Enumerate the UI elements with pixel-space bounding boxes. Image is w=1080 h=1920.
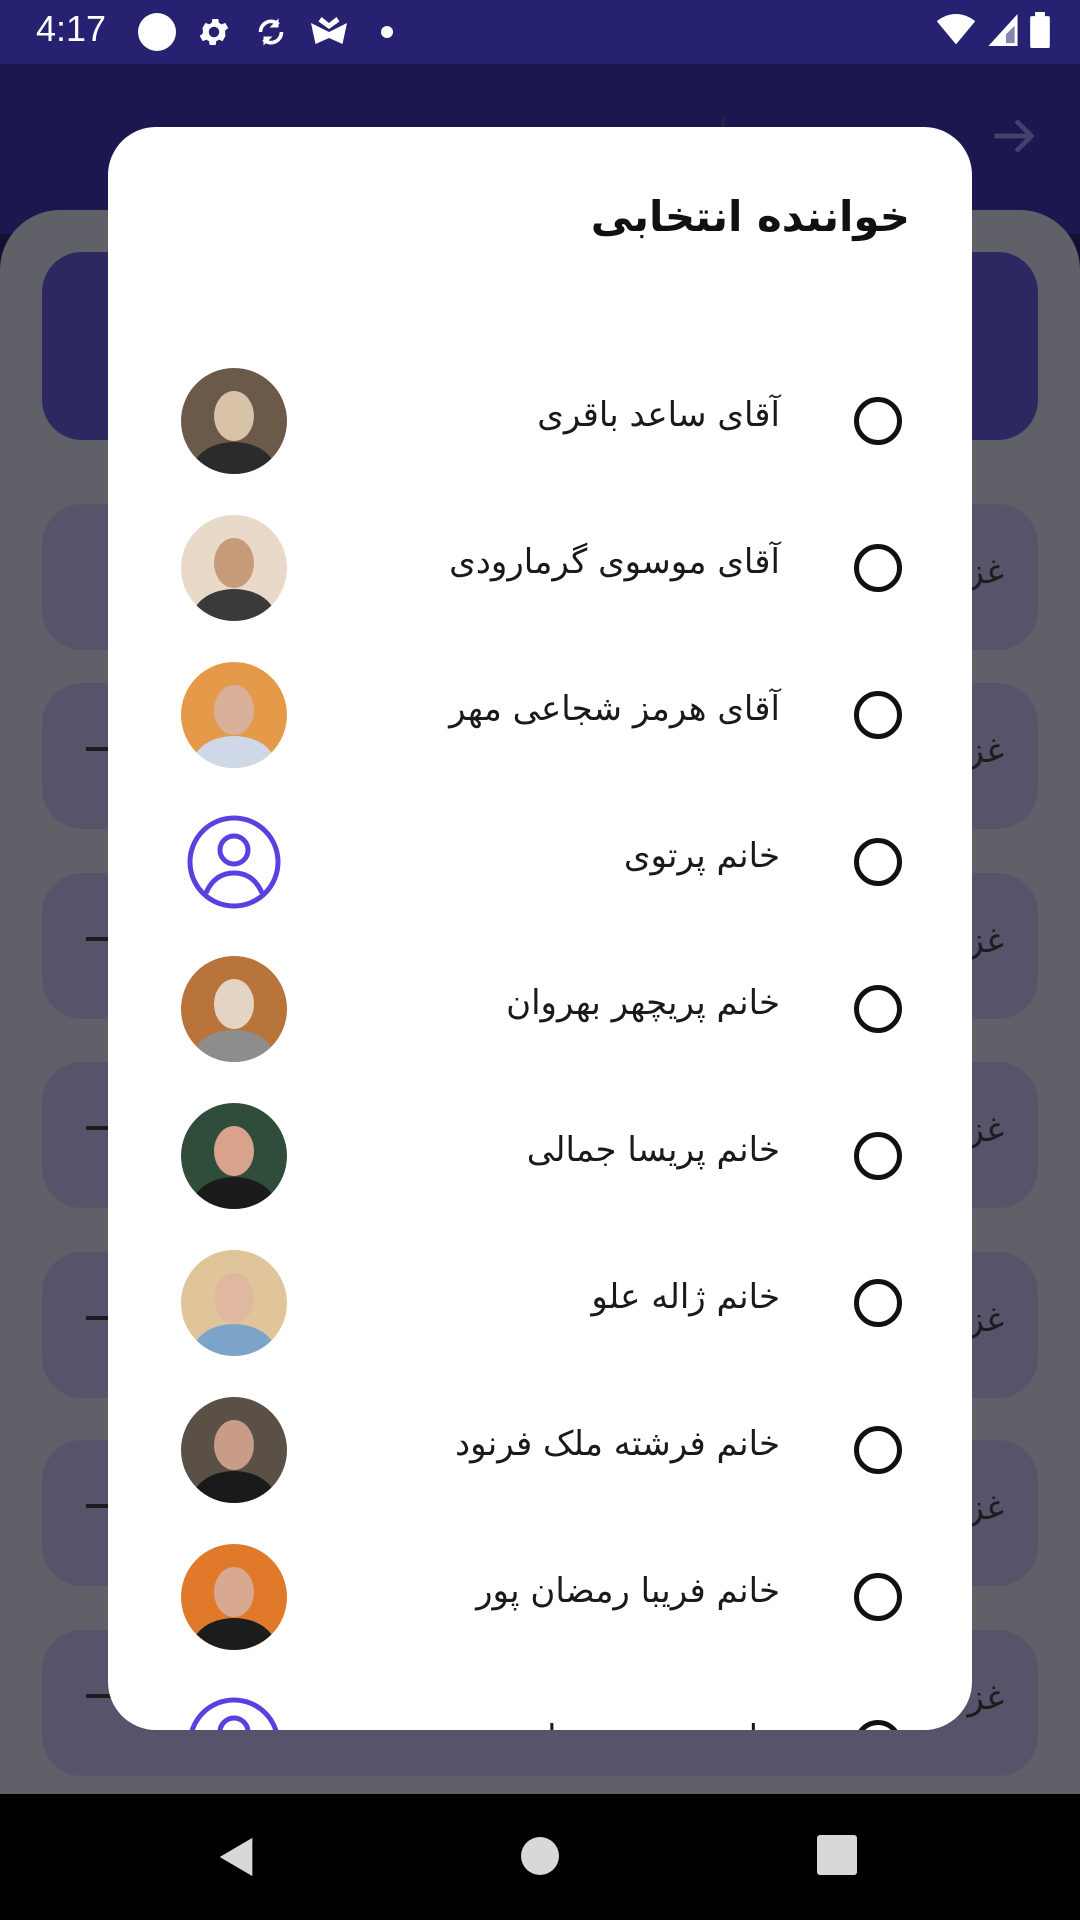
reader-name: خانم ژاله علو: [591, 1277, 780, 1317]
book-icon: [309, 14, 349, 50]
radio-button[interactable]: [854, 985, 902, 1033]
reader-option[interactable]: خانم فریبا رمضان پور: [108, 1523, 972, 1670]
home-nav-icon[interactable]: [518, 1834, 562, 1882]
reader-option[interactable]: خانم فرشته ملک فرنود: [108, 1376, 972, 1523]
status-bar: 4:17: [0, 0, 1080, 64]
reader-option[interactable]: آقای موسوی گرمارودی: [108, 494, 972, 641]
radio-button[interactable]: [854, 1279, 902, 1327]
radio-button[interactable]: [854, 1132, 902, 1180]
reader-avatar: [181, 1544, 287, 1650]
reader-option[interactable]: خانم پریسا جمالی: [108, 1082, 972, 1229]
sync-icon: [253, 14, 289, 50]
radio-button[interactable]: [854, 544, 902, 592]
reader-avatar: [181, 956, 287, 1062]
reader-option[interactable]: آقای ساعد باقری: [108, 347, 972, 494]
status-right: [936, 12, 1050, 52]
radio-button[interactable]: [854, 1573, 902, 1621]
back-nav-icon[interactable]: [214, 1834, 260, 1884]
reader-name: آقای ساعد باقری: [537, 395, 780, 435]
reader-avatar: [181, 368, 287, 474]
dot-icon: [380, 14, 394, 50]
reader-name: آقای هرمز شجاعی مهر: [449, 689, 780, 729]
default-user-icon: [181, 809, 287, 915]
reader-avatar: [181, 515, 287, 621]
radio-button[interactable]: [854, 691, 902, 739]
reader-option[interactable]: آقای هرمز شجاعی مهر: [108, 641, 972, 788]
status-time: 4:17: [36, 8, 107, 49]
reader-name: خانم فریبا رمضان پور: [476, 1571, 780, 1611]
reader-name: آقای موسوی گرمارودی: [449, 542, 780, 582]
navigation-bar: [0, 1794, 1080, 1920]
reader-avatar: [181, 662, 287, 768]
reader-name: خانم پریسا جمالی: [526, 1130, 780, 1170]
gear-icon: [196, 14, 232, 50]
reader-option[interactable]: خانم ژاله علو: [108, 1229, 972, 1376]
circle-icon: [137, 13, 177, 51]
reader-option[interactable]: خانم مریم بی نیاز: [108, 1670, 972, 1730]
reader-name: خانم فرشته ملک فرنود: [455, 1424, 780, 1464]
reader-select-dialog: خواننده انتخابی آقای ساعد باقری آقای موسو…: [108, 127, 972, 1730]
default-user-icon: [181, 1691, 287, 1730]
wifi-icon: [936, 14, 976, 50]
reader-name: خانم پرتوی: [623, 836, 780, 876]
radio-button[interactable]: [854, 1720, 902, 1730]
radio-button[interactable]: [854, 397, 902, 445]
reader-option[interactable]: خانم پرتوی: [108, 788, 972, 935]
reader-avatar: [181, 1103, 287, 1209]
recents-nav-icon[interactable]: [816, 1834, 858, 1880]
radio-button[interactable]: [854, 838, 902, 886]
reader-option[interactable]: خانم پریچهر بهروان: [108, 935, 972, 1082]
reader-name: خانم پریچهر بهروان: [506, 983, 780, 1023]
radio-button[interactable]: [854, 1426, 902, 1474]
reader-name: خانم مریم بی نیاز: [531, 1718, 780, 1730]
battery-icon: [1030, 12, 1050, 52]
signal-icon: [988, 14, 1018, 50]
reader-avatar: [181, 1397, 287, 1503]
dialog-title: خواننده انتخابی: [590, 192, 910, 241]
reader-avatar: [181, 1250, 287, 1356]
